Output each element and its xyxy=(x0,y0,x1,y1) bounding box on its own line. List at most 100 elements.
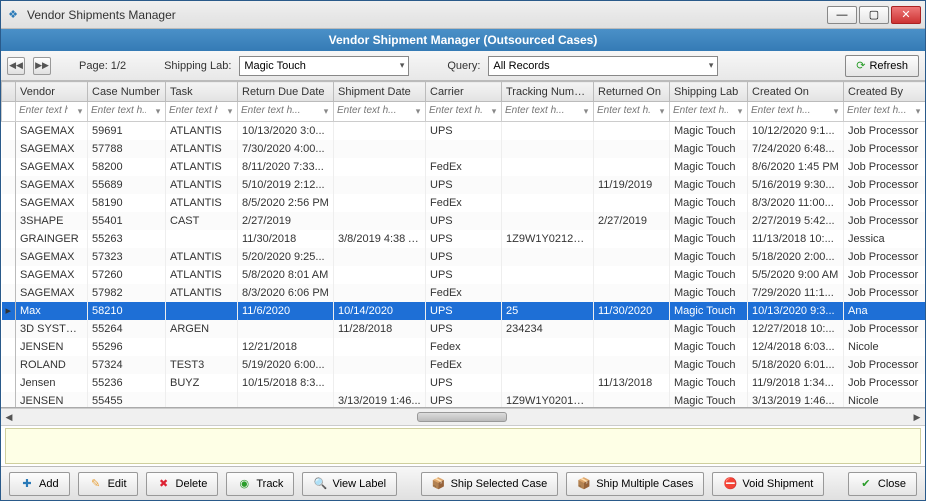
table-row[interactable]: Max5821011/6/202010/14/2020UPS2511/30/20… xyxy=(2,302,926,320)
filter-icon[interactable]: ▾ xyxy=(829,103,843,121)
table-row[interactable]: ROLAND57324TEST35/19/2020 6:00...FedExMa… xyxy=(2,356,926,374)
col-task[interactable]: Task xyxy=(166,82,238,102)
cell-lab: Magic Touch xyxy=(670,158,748,176)
filter-vendor[interactable] xyxy=(16,103,71,118)
filter-icon[interactable]: ▾ xyxy=(319,103,333,121)
filter-lab[interactable] xyxy=(670,103,731,118)
table-row[interactable]: SAGEMAX59691ATLANTIS10/13/2020 3:0...UPS… xyxy=(2,122,926,140)
maximize-button[interactable]: ▢ xyxy=(859,6,889,24)
close-window-button[interactable]: ✕ xyxy=(891,6,921,24)
cell-vendor: SAGEMAX xyxy=(16,248,88,266)
filter-icon[interactable]: ▾ xyxy=(151,103,165,121)
minimize-button[interactable]: — xyxy=(827,6,857,24)
filter-icon[interactable]: ▾ xyxy=(655,103,669,121)
table-row[interactable]: JENSEN554553/13/2019 1:46...UPS1Z9W1Y020… xyxy=(2,392,926,409)
cell-created_on: 11/13/2018 10:... xyxy=(748,230,844,248)
filter-case[interactable] xyxy=(88,103,149,118)
track-button[interactable]: ◉Track xyxy=(226,472,294,496)
cell-ship: 3/8/2019 4:38 AM xyxy=(334,230,426,248)
filter-icon[interactable]: ▾ xyxy=(411,103,425,121)
table-row[interactable]: SAGEMAX57982ATLANTIS8/3/2020 6:06 PMFedE… xyxy=(2,284,926,302)
cell-created_on: 7/24/2020 6:48... xyxy=(748,140,844,158)
filter-ship[interactable] xyxy=(334,103,409,118)
query-select[interactable]: All Records xyxy=(488,56,718,76)
cell-lab: Magic Touch xyxy=(670,212,748,230)
filter-carrier[interactable] xyxy=(426,103,485,118)
view-label-button[interactable]: 🔍View Label xyxy=(302,472,397,496)
cell-case: 57260 xyxy=(88,266,166,284)
cell-vendor: SAGEMAX xyxy=(16,284,88,302)
scroll-right-icon[interactable]: ▶ xyxy=(909,409,925,425)
delete-button[interactable]: ✖Delete xyxy=(146,472,219,496)
next-page-button[interactable]: ▶▶ xyxy=(33,57,51,75)
filter-return[interactable] xyxy=(238,103,317,118)
col-carrier[interactable]: Carrier xyxy=(426,82,502,102)
refresh-button[interactable]: ⟳ Refresh xyxy=(845,55,919,77)
table-row[interactable]: Jensen55236BUYZ10/15/2018 8:3...UPS11/13… xyxy=(2,374,926,392)
cell-task: ATLANTIS xyxy=(166,140,238,158)
cell-case: 55455 xyxy=(88,392,166,409)
edit-icon: ✎ xyxy=(89,477,103,491)
col-returned-on[interactable]: Returned On xyxy=(594,82,670,102)
col-shipment-date[interactable]: Shipment Date xyxy=(334,82,426,102)
table-row[interactable]: SAGEMAX57260ATLANTIS5/8/2020 8:01 AMUPSM… xyxy=(2,266,926,284)
filter-icon[interactable]: ▾ xyxy=(223,103,237,121)
cell-carrier: UPS xyxy=(426,302,502,320)
cell-created_by: Job Processor xyxy=(844,248,926,266)
col-case-number[interactable]: Case Number xyxy=(88,82,166,102)
cell-ship xyxy=(334,194,426,212)
col-shipping-lab[interactable]: Shipping Lab xyxy=(670,82,748,102)
add-button[interactable]: ✚Add xyxy=(9,472,70,496)
cell-vendor: ROLAND xyxy=(16,356,88,374)
notes-panel[interactable] xyxy=(5,428,921,464)
table-row[interactable]: SAGEMAX57323ATLANTIS5/20/2020 9:25...UPS… xyxy=(2,248,926,266)
cell-vendor: SAGEMAX xyxy=(16,176,88,194)
col-created-on[interactable]: Created On xyxy=(748,82,844,102)
table-row[interactable]: SAGEMAX58190ATLANTIS8/5/2020 2:56 PMFedE… xyxy=(2,194,926,212)
cell-ship xyxy=(334,374,426,392)
scroll-thumb[interactable] xyxy=(417,412,507,422)
data-grid[interactable]: Vendor Case Number Task Return Due Date … xyxy=(1,81,925,408)
filter-returned[interactable] xyxy=(594,103,653,118)
cell-lab: Magic Touch xyxy=(670,284,748,302)
cell-vendor: JENSEN xyxy=(16,338,88,356)
prev-page-button[interactable]: ◀◀ xyxy=(7,57,25,75)
cell-ship xyxy=(334,140,426,158)
ship-multiple-button[interactable]: 📦Ship Multiple Cases xyxy=(566,472,704,496)
filter-icon[interactable]: ▾ xyxy=(579,103,593,121)
cell-carrier: FedEx xyxy=(426,194,502,212)
filter-created-on[interactable] xyxy=(748,103,827,118)
scroll-left-icon[interactable]: ◀ xyxy=(1,409,17,425)
void-shipment-button[interactable]: ⛔Void Shipment xyxy=(712,472,824,496)
table-row[interactable]: SAGEMAX55689ATLANTIS5/10/2019 2:12...UPS… xyxy=(2,176,926,194)
col-vendor[interactable]: Vendor xyxy=(16,82,88,102)
filter-icon[interactable]: ▾ xyxy=(487,103,501,121)
cell-return: 8/3/2020 6:06 PM xyxy=(238,284,334,302)
close-button[interactable]: ✔Close xyxy=(848,472,917,496)
cell-ship xyxy=(334,356,426,374)
cell-case: 58210 xyxy=(88,302,166,320)
col-created-by[interactable]: Created By xyxy=(844,82,926,102)
window-title: Vendor Shipments Manager xyxy=(27,8,825,22)
cell-lab: Magic Touch xyxy=(670,140,748,158)
ship-selected-button[interactable]: 📦Ship Selected Case xyxy=(421,472,559,496)
cell-tracking xyxy=(502,284,594,302)
filter-task[interactable] xyxy=(166,103,221,118)
filter-tracking[interactable] xyxy=(502,103,577,118)
filter-created-by[interactable] xyxy=(844,103,909,118)
table-row[interactable]: SAGEMAX58200ATLANTIS8/11/2020 7:33...Fed… xyxy=(2,158,926,176)
filter-icon[interactable]: ▾ xyxy=(73,103,87,121)
filter-icon[interactable]: ▾ xyxy=(733,103,747,121)
table-row[interactable]: GRAINGER5526311/30/20183/8/2019 4:38 AMU… xyxy=(2,230,926,248)
cell-return: 12/21/2018 xyxy=(238,338,334,356)
col-return-due[interactable]: Return Due Date xyxy=(238,82,334,102)
horizontal-scrollbar[interactable]: ◀ ▶ xyxy=(1,408,925,426)
table-row[interactable]: 3D SYSTEMS55264ARGEN11/28/2018UPS234234M… xyxy=(2,320,926,338)
table-row[interactable]: SAGEMAX57788ATLANTIS7/30/2020 4:00...Mag… xyxy=(2,140,926,158)
shipping-lab-select[interactable]: Magic Touch xyxy=(239,56,409,76)
filter-icon[interactable]: ▾ xyxy=(911,103,925,121)
table-row[interactable]: 3SHAPE55401CAST2/27/2019UPS2/27/2019Magi… xyxy=(2,212,926,230)
edit-button[interactable]: ✎Edit xyxy=(78,472,138,496)
col-tracking[interactable]: Tracking Number xyxy=(502,82,594,102)
table-row[interactable]: JENSEN5529612/21/2018FedexMagic Touch12/… xyxy=(2,338,926,356)
